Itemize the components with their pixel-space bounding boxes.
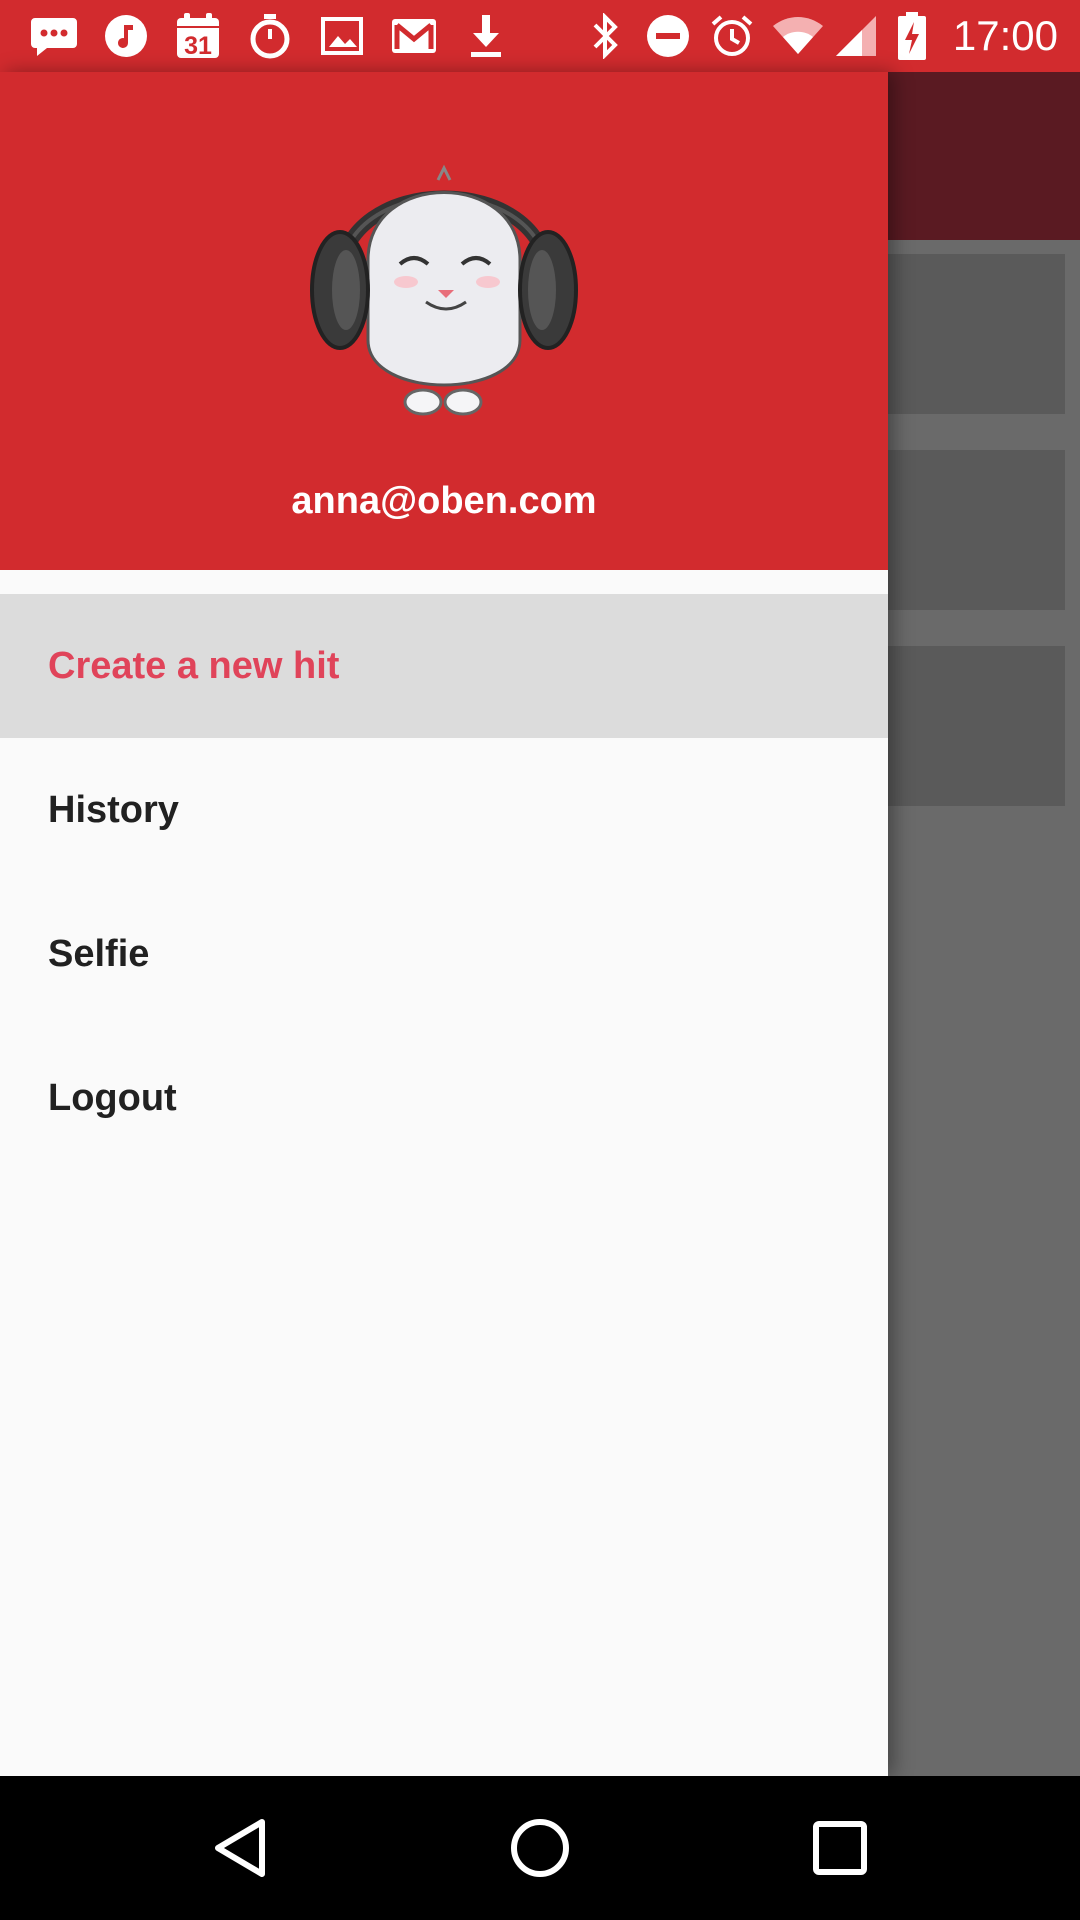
status-bar: 31 17:00 <box>0 0 1080 72</box>
battery-charging-icon <box>886 10 938 62</box>
download-icon <box>460 10 512 62</box>
calendar-day-label: 31 <box>184 31 212 60</box>
background-card <box>888 450 1065 610</box>
home-icon[interactable] <box>500 1808 580 1888</box>
do-not-disturb-icon <box>642 10 694 62</box>
stopwatch-icon <box>244 10 296 62</box>
menu-item-history[interactable]: History <box>0 738 888 882</box>
alarm-icon <box>706 10 758 62</box>
wifi-icon <box>772 10 824 62</box>
background-card <box>888 254 1065 414</box>
more-messages-icon <box>28 10 80 62</box>
menu-item-create-new-hit[interactable]: Create a new hit <box>0 594 888 738</box>
menu-item-label: History <box>48 788 179 831</box>
background-card <box>888 646 1065 806</box>
gmail-icon <box>388 10 440 62</box>
menu-item-label: Create a new hit <box>48 644 340 687</box>
drawer-header: anna@oben.com <box>0 72 888 570</box>
back-icon[interactable] <box>200 1808 280 1888</box>
music-icon <box>100 10 152 62</box>
user-email: anna@oben.com <box>291 480 597 522</box>
navigation-bar <box>0 1776 1080 1920</box>
menu-item-label: Selfie <box>48 932 150 975</box>
clock-time: 17:00 <box>952 12 1058 59</box>
recents-icon[interactable] <box>800 1808 880 1888</box>
navigation-drawer: anna@oben.com Create a new hit History S… <box>0 72 888 1776</box>
avatar <box>298 140 590 420</box>
bluetooth-icon <box>580 10 632 62</box>
signal-icon <box>830 10 882 62</box>
drawer-menu: Create a new hit History Selfie Logout <box>0 594 888 1170</box>
menu-item-selfie[interactable]: Selfie <box>0 882 888 1026</box>
gallery-icon <box>316 10 368 62</box>
menu-item-label: Logout <box>48 1076 177 1119</box>
menu-item-logout[interactable]: Logout <box>0 1026 888 1170</box>
